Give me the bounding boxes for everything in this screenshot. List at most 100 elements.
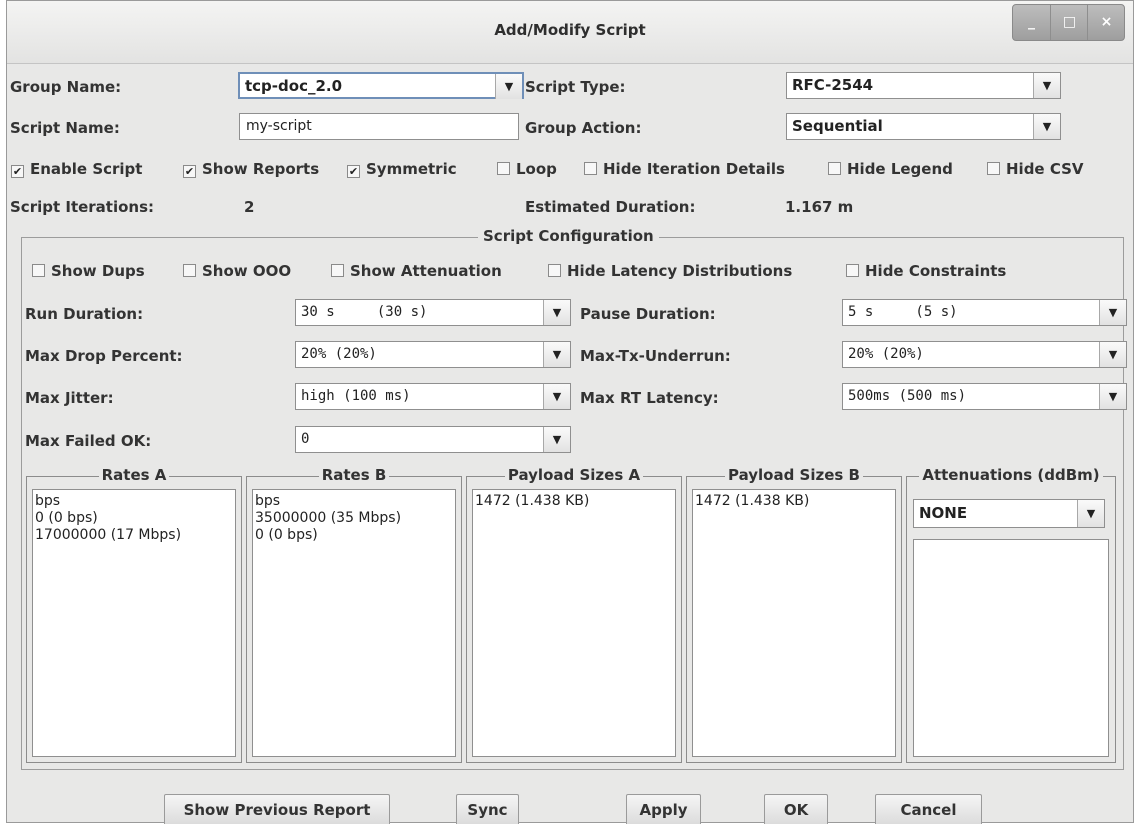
max-jitter-label: Max Jitter: <box>25 389 114 407</box>
max-failed-ok-label: Max Failed OK: <box>25 432 152 450</box>
maximize-button[interactable]: □ <box>1050 5 1088 40</box>
hide-latency-distributions-checkbox[interactable]: Hide Latency Distributions <box>548 262 792 284</box>
list-item[interactable]: 0 (0 bps) <box>255 527 453 544</box>
script-name-label: Script Name: <box>10 119 120 137</box>
max-tx-underrun-combo[interactable]: 20% (20%) ▼ <box>842 341 1127 368</box>
attenuations-list[interactable] <box>913 539 1109 757</box>
rates-b-title: Rates B <box>318 466 390 484</box>
checkmark-icon: ✔ <box>11 165 24 178</box>
sync-button[interactable]: Sync <box>456 794 519 824</box>
cancel-button[interactable]: Cancel <box>875 794 982 824</box>
attenuations-group: Attenuations (ddBm) NONE ▼ <box>906 466 1116 763</box>
ok-button[interactable]: OK <box>764 794 828 824</box>
pause-duration-value: 5 s (5 s) <box>848 304 958 320</box>
max-rt-latency-label: Max RT Latency: <box>580 389 719 407</box>
max-rt-latency-value: 500ms (500 ms) <box>848 388 967 404</box>
payload-sizes-a-list[interactable]: 1472 (1.438 KB) <box>472 489 676 757</box>
script-type-combo[interactable]: RFC-2544 ▼ <box>786 72 1061 99</box>
list-item[interactable]: bps <box>35 493 233 510</box>
script-configuration-title: Script Configuration <box>478 227 659 245</box>
chevron-down-icon[interactable]: ▼ <box>543 384 570 409</box>
chevron-down-icon[interactable]: ▼ <box>1099 384 1126 409</box>
list-item[interactable]: 1472 (1.438 KB) <box>475 493 673 510</box>
window-controls: _ □ × <box>1012 4 1125 41</box>
symmetric-checkbox[interactable]: ✔ Symmetric <box>347 160 457 182</box>
loop-checkbox[interactable]: Loop <box>497 160 557 182</box>
rates-a-group: Rates A bps 0 (0 bps) 17000000 (17 Mbps) <box>26 466 242 763</box>
rates-b-list[interactable]: bps 35000000 (35 Mbps) 0 (0 bps) <box>252 489 456 757</box>
list-item[interactable]: 0 (0 bps) <box>35 510 233 527</box>
list-item[interactable]: 1472 (1.438 KB) <box>695 493 893 510</box>
add-modify-script-window: Add/Modify Script _ □ × Group Name: tcp-… <box>6 0 1134 824</box>
hide-legend-checkbox[interactable]: Hide Legend <box>828 160 953 182</box>
close-button[interactable]: × <box>1087 5 1125 40</box>
checkmark-icon: ✔ <box>183 165 196 178</box>
run-duration-combo[interactable]: 30 s (30 s) ▼ <box>295 299 571 326</box>
enable-script-checkbox[interactable]: ✔ Enable Script <box>11 160 142 182</box>
group-name-value: tcp-doc_2.0 <box>245 77 343 95</box>
group-action-value: Sequential <box>792 117 883 135</box>
payload-sizes-a-group: Payload Sizes A 1472 (1.438 KB) <box>466 466 682 763</box>
apply-button[interactable]: Apply <box>626 794 701 824</box>
max-drop-percent-label: Max Drop Percent: <box>25 347 183 365</box>
chevron-down-icon[interactable]: ▼ <box>1099 342 1126 367</box>
group-action-combo[interactable]: Sequential ▼ <box>786 113 1061 140</box>
chevron-down-icon[interactable]: ▼ <box>543 342 570 367</box>
max-failed-ok-value: 0 <box>301 431 310 447</box>
chevron-down-icon[interactable]: ▼ <box>1033 73 1060 98</box>
chevron-down-icon[interactable]: ▼ <box>543 427 570 452</box>
attenuations-value: NONE <box>919 504 968 522</box>
max-jitter-combo[interactable]: high (100 ms) ▼ <box>295 383 571 410</box>
script-name-field[interactable]: my-script <box>239 113 519 140</box>
show-dups-checkbox[interactable]: Show Dups <box>32 262 145 284</box>
list-item[interactable]: 17000000 (17 Mbps) <box>35 527 233 544</box>
rates-a-list[interactable]: bps 0 (0 bps) 17000000 (17 Mbps) <box>32 489 236 757</box>
list-item[interactable]: 35000000 (35 Mbps) <box>255 510 453 527</box>
hide-constraints-checkbox[interactable]: Hide Constraints <box>846 262 1006 284</box>
window-title: Add/Modify Script <box>494 21 646 39</box>
payload-sizes-a-title: Payload Sizes A <box>504 466 644 484</box>
group-name-label: Group Name: <box>10 78 122 96</box>
show-reports-checkbox[interactable]: ✔ Show Reports <box>183 160 319 182</box>
max-failed-ok-combo[interactable]: 0 ▼ <box>295 426 571 453</box>
chevron-down-icon[interactable]: ▼ <box>1033 114 1060 139</box>
max-jitter-value: high (100 ms) <box>301 388 411 404</box>
show-previous-report-button[interactable]: Show Previous Report <box>164 794 390 824</box>
chevron-down-icon[interactable]: ▼ <box>1077 500 1104 527</box>
payload-sizes-b-title: Payload Sizes B <box>725 466 863 484</box>
group-name-combo[interactable]: tcp-doc_2.0 ▼ <box>238 72 524 99</box>
attenuations-title: Attenuations (ddBm) <box>919 466 1103 484</box>
max-rt-latency-combo[interactable]: 500ms (500 ms) ▼ <box>842 383 1127 410</box>
estimated-duration-value: 1.167 m <box>785 198 854 216</box>
group-action-label: Group Action: <box>525 119 642 137</box>
attenuations-combo[interactable]: NONE ▼ <box>913 499 1105 528</box>
show-attenuation-checkbox[interactable]: Show Attenuation <box>331 262 502 284</box>
minimize-button[interactable]: _ <box>1013 5 1050 40</box>
script-type-value: RFC-2544 <box>792 76 874 94</box>
script-iterations-value: 2 <box>244 198 255 216</box>
chevron-down-icon[interactable]: ▼ <box>1099 300 1126 325</box>
script-iterations-label: Script Iterations: <box>10 198 155 216</box>
pause-duration-combo[interactable]: 5 s (5 s) ▼ <box>842 299 1127 326</box>
payload-sizes-b-list[interactable]: 1472 (1.438 KB) <box>692 489 896 757</box>
max-tx-underrun-label: Max-Tx-Underrun: <box>580 347 731 365</box>
rates-a-title: Rates A <box>98 466 170 484</box>
run-duration-label: Run Duration: <box>25 305 144 323</box>
rates-b-group: Rates B bps 35000000 (35 Mbps) 0 (0 bps) <box>246 466 462 763</box>
script-name-value: my-script <box>246 118 312 134</box>
show-ooo-checkbox[interactable]: Show OOO <box>183 262 291 284</box>
list-item[interactable]: bps <box>255 493 453 510</box>
chevron-down-icon[interactable]: ▼ <box>495 74 522 99</box>
title-bar[interactable]: Add/Modify Script _ □ × <box>7 1 1133 64</box>
max-drop-percent-value: 20% (20%) <box>301 346 377 362</box>
checkmark-icon: ✔ <box>347 165 360 178</box>
max-tx-underrun-value: 20% (20%) <box>848 346 924 362</box>
hide-csv-checkbox[interactable]: Hide CSV <box>987 160 1084 182</box>
payload-sizes-b-group: Payload Sizes B 1472 (1.438 KB) <box>686 466 902 763</box>
max-drop-percent-combo[interactable]: 20% (20%) ▼ <box>295 341 571 368</box>
chevron-down-icon[interactable]: ▼ <box>543 300 570 325</box>
pause-duration-label: Pause Duration: <box>580 305 716 323</box>
run-duration-value: 30 s (30 s) <box>301 304 428 320</box>
estimated-duration-label: Estimated Duration: <box>525 198 696 216</box>
hide-iteration-details-checkbox[interactable]: Hide Iteration Details <box>584 160 785 182</box>
